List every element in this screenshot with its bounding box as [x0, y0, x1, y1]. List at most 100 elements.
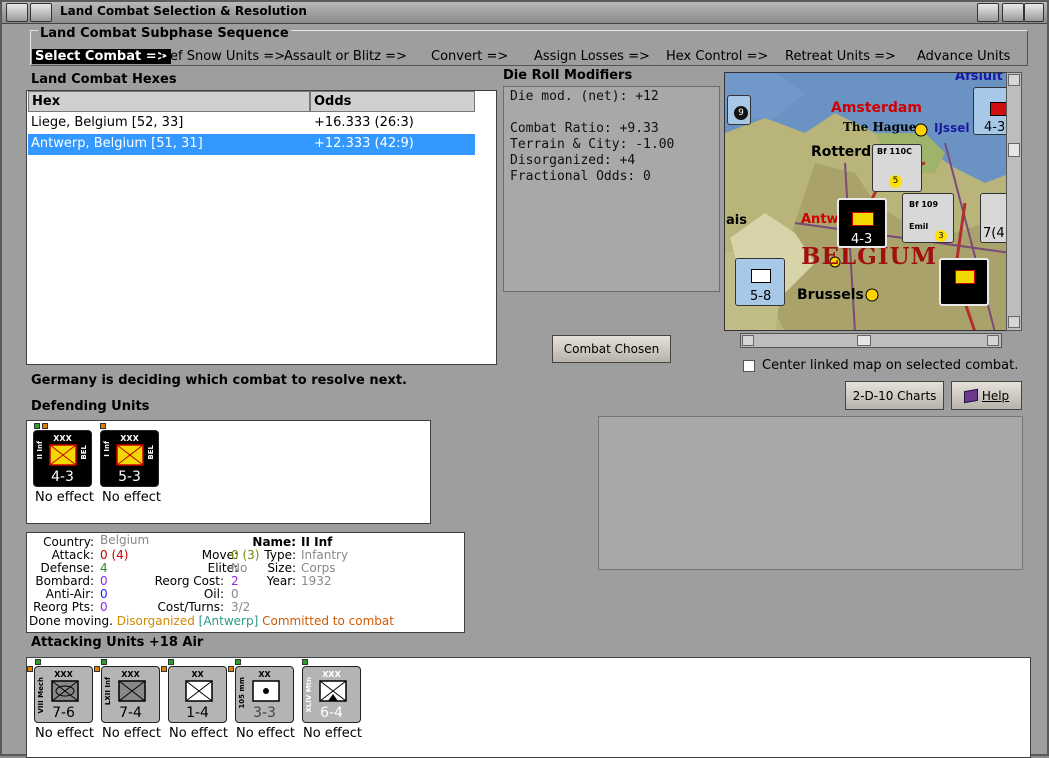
unit-effect: No effect: [236, 726, 296, 741]
unit-status-line: Done moving. Disorganized [Antwerp] Comm…: [29, 615, 394, 628]
combat-result-box: [598, 416, 1023, 570]
table-row-selected[interactable]: Antwerp, Belgium [51, 31] +12.333 (42:9): [28, 134, 475, 155]
center-map-checkbox[interactable]: [743, 360, 755, 372]
map-counter-selected[interactable]: 4-3: [837, 198, 887, 248]
status-dot-icon: [42, 423, 48, 429]
attacking-unit[interactable]: XXX VIII Mech 7-6: [34, 666, 93, 723]
attacking-unit[interactable]: XX 105 mm 3-3: [235, 666, 294, 723]
hex-cell: Liege, Belgium [52, 33]: [31, 115, 184, 130]
map-counter[interactable]: 9: [727, 95, 751, 125]
infantry-symbol-icon: [116, 444, 144, 466]
defending-title: Defending Units: [31, 399, 150, 414]
status-dot-icon: [100, 423, 106, 429]
unit-symbol-icon: [751, 269, 771, 283]
map-counter[interactable]: 5-8: [735, 258, 785, 306]
artillery-symbol-icon: [252, 680, 280, 702]
status-dot-icon: [302, 659, 308, 665]
map-label-the-hague: The Hague: [843, 120, 917, 134]
map-vertical-scrollbar[interactable]: [1006, 72, 1022, 331]
charts-button[interactable]: 2-D-10 Charts: [845, 381, 944, 410]
status-dot-icon: [228, 666, 234, 672]
step-assault-or-blitz: Assault or Blitz =>: [284, 49, 407, 64]
unit-details: Country: Belgium Attack: 0 (4) Defense: …: [26, 532, 465, 633]
defending-unit[interactable]: XXX II Inf BEL 4-3: [33, 430, 92, 487]
scroll-down-icon[interactable]: [1008, 316, 1020, 328]
unit-effect: No effect: [102, 726, 162, 741]
step-convert: Convert =>: [431, 49, 509, 64]
infantry-symbol-icon: [118, 680, 146, 702]
modifier-line: Combat Ratio: +9.33: [510, 121, 659, 136]
status-dot-icon: [27, 666, 33, 672]
odds-column-header[interactable]: Odds: [310, 91, 475, 112]
map-label-brussels: Brussels: [797, 287, 864, 303]
map-counter[interactable]: 4-3: [973, 87, 1009, 135]
map-label-ijssel: IJssel: [934, 121, 970, 135]
status-dot-icon: [235, 659, 241, 665]
unit-effect: No effect: [35, 726, 95, 741]
help-button[interactable]: Help: [951, 381, 1022, 410]
hexes-table: Hex Odds Liege, Belgium [52, 33] +16.333…: [26, 90, 497, 365]
modifier-line: Terrain & City: -1.00: [510, 137, 675, 152]
combat-chosen-button[interactable]: Combat Chosen: [552, 335, 671, 363]
modifiers-title: Die Roll Modifiers: [503, 68, 633, 83]
scroll-up-icon[interactable]: [1008, 74, 1020, 86]
disorganized-status: Disorganized: [116, 614, 195, 628]
linked-map[interactable]: Afsluit Amsterdam The Hague IJssel Rotte…: [724, 72, 1010, 331]
odds-cell: +16.333 (26:3): [314, 115, 414, 130]
table-row[interactable]: Liege, Belgium [52, 33] +16.333 (26:3): [28, 113, 475, 134]
scroll-thumb[interactable]: [857, 335, 871, 346]
subphase-title: Land Combat Subphase Sequence: [38, 26, 291, 41]
step-advance-units: Advance Units: [917, 49, 1011, 64]
attacking-unit[interactable]: XX 1-4: [168, 666, 227, 723]
center-map-label: Center linked map on selected combat.: [762, 358, 1019, 373]
infantry-symbol-icon: [185, 680, 213, 702]
step-retreat-units: Retreat Units =>: [785, 49, 896, 64]
location-status: [Antwerp]: [198, 614, 259, 628]
costturns-label: Cost/Turns:: [157, 600, 224, 614]
odds-cell: +12.333 (42:9): [314, 136, 414, 151]
close-button[interactable]: [1024, 3, 1044, 22]
book-icon: [963, 388, 978, 403]
restore-button[interactable]: [30, 3, 52, 22]
status-dot-icon: [34, 423, 40, 429]
attacking-title: Attacking Units +18 Air: [31, 635, 204, 650]
mountain-symbol-icon: [319, 680, 347, 702]
attacking-unit[interactable]: XXX LXII Inf 7-4: [101, 666, 160, 723]
unit-effect: No effect: [102, 490, 162, 505]
hex-column-header[interactable]: Hex: [28, 91, 310, 112]
reorgpts-label: Reorg Pts:: [33, 600, 94, 614]
unit-symbol-icon: [852, 212, 874, 226]
status-dot-icon: [161, 666, 167, 672]
step-assign-losses: Assign Losses =>: [534, 49, 650, 64]
status-dot-icon: [168, 659, 174, 665]
modifier-line: Disorganized: +4: [510, 153, 636, 168]
mech-symbol-icon: [51, 680, 79, 702]
map-label-amsterdam: Amsterdam: [831, 100, 922, 116]
step-select-combat: Select Combat =>: [32, 49, 171, 64]
map-counter[interactable]: [939, 258, 989, 306]
defending-unit[interactable]: XXX I Inf BEL 5-3: [100, 430, 159, 487]
map-horizontal-scrollbar[interactable]: [740, 333, 1002, 348]
maximize-button[interactable]: [1002, 3, 1024, 22]
status-dot-icon: [35, 659, 41, 665]
net-modifier: Die mod. (net): +12: [510, 89, 659, 104]
status-dot-icon: [94, 666, 100, 672]
status-message: Germany is deciding which combat to reso…: [31, 373, 407, 388]
year-value: 1932: [301, 574, 332, 588]
map-label-rotterdam: Rotterd: [811, 144, 872, 160]
scroll-thumb[interactable]: [1008, 143, 1020, 157]
scroll-right-icon[interactable]: [987, 335, 999, 346]
map-air-counter[interactable]: Bf 110C 5: [872, 144, 922, 192]
map-air-counter[interactable]: Bf 109 Emil 3: [902, 193, 954, 243]
unit-symbol-icon: [955, 270, 975, 284]
hex-cell: Antwerp, Belgium [51, 31]: [31, 136, 203, 151]
scroll-left-icon[interactable]: [742, 335, 754, 346]
attacking-unit[interactable]: XXX XLIV Mtn 6-4: [302, 666, 361, 723]
step-def-snow-units: Def Snow Units =>: [160, 49, 286, 64]
infantry-symbol-icon: [49, 444, 77, 466]
done-moving: Done moving.: [29, 614, 113, 628]
minimize-button[interactable]: [977, 3, 999, 22]
help-label: Help: [981, 388, 1010, 403]
unit-effect: No effect: [169, 726, 229, 741]
system-menu-button[interactable]: [6, 3, 28, 22]
